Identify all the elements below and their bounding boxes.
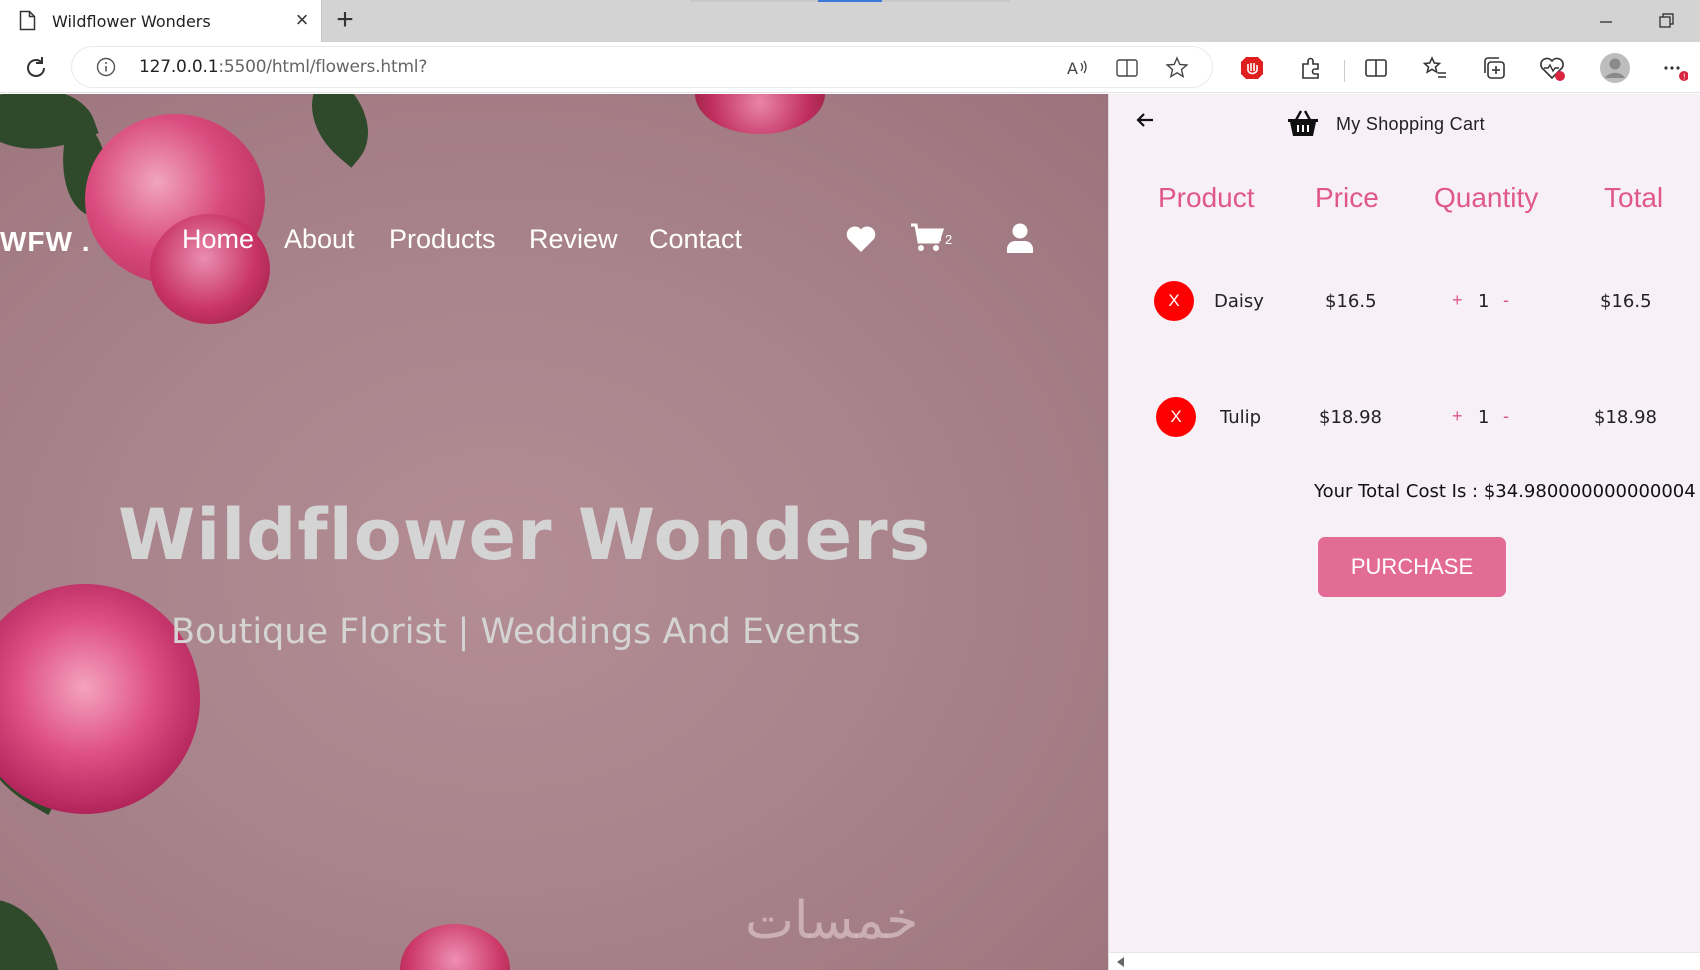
- horizontal-scrollbar[interactable]: [1109, 952, 1700, 970]
- remove-item-button[interactable]: X: [1154, 281, 1194, 321]
- favorites-icon[interactable]: [1421, 54, 1449, 82]
- hero-section: WFW . Home About Products Review Contact…: [0, 94, 1108, 970]
- basket-icon: [1288, 110, 1318, 136]
- rose-decoration: [695, 94, 825, 134]
- reload-icon[interactable]: [22, 54, 50, 82]
- scroll-left-arrow-icon[interactable]: [1117, 957, 1124, 967]
- item-quantity: 1: [1478, 407, 1490, 428]
- decrease-qty-button[interactable]: -: [1503, 406, 1509, 427]
- hero-title: Wildflower Wonders: [118, 494, 932, 576]
- collections-icon[interactable]: [1480, 54, 1508, 82]
- browser-essentials-icon[interactable]: [1538, 54, 1566, 82]
- url-text[interactable]: 127.0.0.1:5500/html/flowers.html?: [139, 57, 427, 77]
- tab-strip-indicator: [690, 0, 818, 2]
- heart-icon[interactable]: [845, 224, 877, 254]
- item-name: Daisy: [1214, 291, 1264, 312]
- extensions-icon[interactable]: [1297, 54, 1325, 82]
- browser-tab-strip: Wildflower Wonders × +: [0, 0, 1700, 42]
- minimize-icon[interactable]: [1590, 6, 1622, 36]
- close-tab-icon[interactable]: ×: [290, 8, 314, 32]
- column-header-product: Product: [1158, 182, 1255, 213]
- item-quantity: 1: [1478, 291, 1490, 312]
- address-bar[interactable]: 127.0.0.1:5500/html/flowers.html? A: [72, 47, 1212, 87]
- leaf-decoration: [290, 94, 390, 168]
- page-icon: [19, 10, 36, 31]
- hero-subtitle: Boutique Florist | Weddings And Events: [171, 612, 861, 652]
- item-price: $16.5: [1325, 291, 1377, 312]
- increase-qty-button[interactable]: +: [1452, 406, 1463, 427]
- user-icon[interactable]: [1006, 222, 1034, 254]
- remove-item-button[interactable]: X: [1156, 397, 1196, 437]
- cart-title: My Shopping Cart: [1336, 114, 1485, 134]
- toolbar-separator: [1344, 60, 1345, 82]
- ad-block-icon[interactable]: [1238, 54, 1266, 82]
- read-aloud-icon[interactable]: A: [1064, 55, 1090, 81]
- column-header-total: Total: [1604, 182, 1664, 213]
- site-info-icon[interactable]: [96, 57, 116, 77]
- immersive-reader-icon[interactable]: [1114, 55, 1140, 81]
- nav-link-contact[interactable]: Contact: [649, 224, 742, 255]
- item-name: Tulip: [1220, 407, 1262, 428]
- svg-text:!: !: [1683, 73, 1686, 82]
- nav-link-home[interactable]: Home: [182, 224, 254, 255]
- item-total: $18.98: [1594, 407, 1657, 428]
- svg-text:A: A: [1067, 59, 1078, 78]
- rose-decoration: [400, 924, 510, 970]
- tab-title: Wildflower Wonders: [52, 12, 211, 31]
- column-header-quantity: Quantity: [1434, 182, 1539, 213]
- rose-decoration: [0, 584, 200, 814]
- nav-link-products[interactable]: Products: [389, 224, 496, 255]
- browser-toolbar: 127.0.0.1:5500/html/flowers.html? A !: [0, 42, 1700, 93]
- split-screen-icon[interactable]: [1362, 54, 1390, 82]
- shopping-cart-panel: My Shopping Cart Product Price Quantity …: [1108, 94, 1700, 970]
- tab-strip-indicator: [882, 0, 1010, 2]
- total-cost-text: Your Total Cost Is : $34.980000000000004: [1314, 481, 1696, 502]
- item-price: $18.98: [1319, 407, 1382, 428]
- watermark-logo: خمسات: [745, 891, 919, 951]
- tab-strip-indicator-active: [818, 0, 882, 2]
- leaf-decoration: [0, 886, 62, 970]
- column-header-price: Price: [1315, 182, 1379, 213]
- restore-icon[interactable]: [1650, 6, 1682, 36]
- back-arrow-icon[interactable]: [1133, 108, 1157, 132]
- favorite-star-icon[interactable]: [1164, 55, 1190, 81]
- item-total: $16.5: [1600, 291, 1652, 312]
- new-tab-button[interactable]: +: [330, 5, 360, 36]
- decrease-qty-button[interactable]: -: [1503, 290, 1509, 311]
- site-logo[interactable]: WFW .: [0, 226, 91, 258]
- nav-link-review[interactable]: Review: [529, 224, 618, 255]
- cart-count-badge: 2: [945, 232, 953, 247]
- more-options-icon[interactable]: !: [1660, 54, 1688, 82]
- purchase-button[interactable]: PURCHASE: [1318, 537, 1506, 597]
- nav-link-about[interactable]: About: [284, 224, 355, 255]
- browser-tab[interactable]: Wildflower Wonders ×: [0, 0, 322, 42]
- profile-avatar-icon[interactable]: [1598, 51, 1632, 85]
- increase-qty-button[interactable]: +: [1452, 290, 1463, 311]
- cart-icon[interactable]: [910, 222, 944, 254]
